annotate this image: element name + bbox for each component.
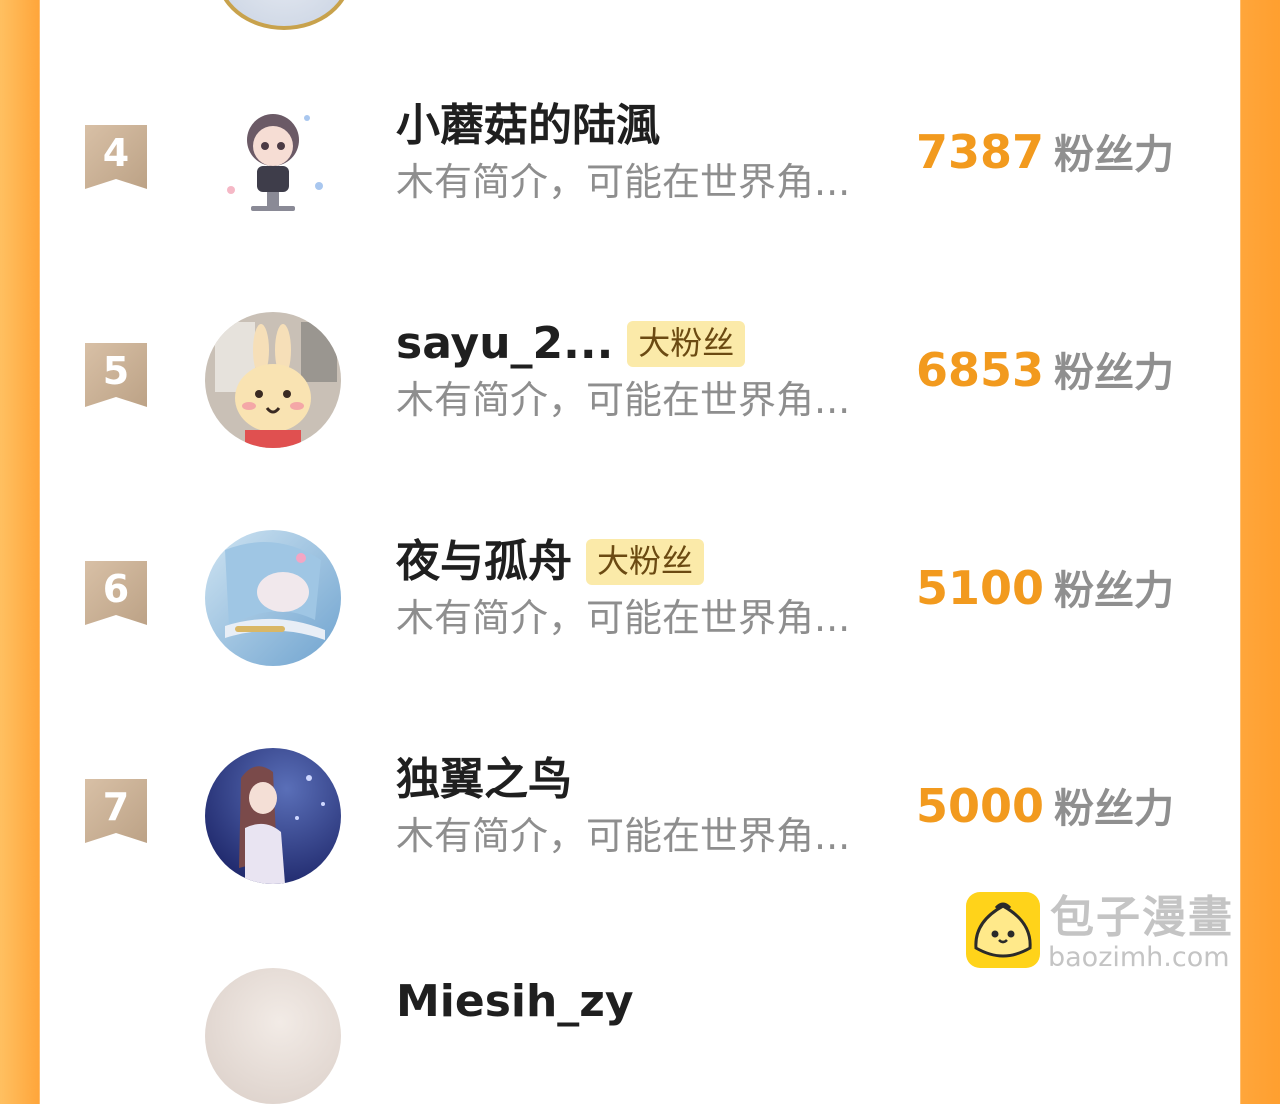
fan-power-count: 6853: [916, 343, 1045, 397]
rank-badge: 5: [85, 343, 147, 407]
ranking-panel: 4 小蘑菇的陆渢 木有简介，可能在世界角... 7387 粉丝力 5 sayu_…: [40, 0, 1240, 1104]
chibi-avatar-icon[interactable]: [205, 94, 341, 230]
fan-power-unit: 粉丝力: [1054, 132, 1175, 178]
user-name[interactable]: 独翼之鸟: [396, 750, 572, 810]
watermark-url: baozimh.com: [1048, 942, 1230, 973]
user-name[interactable]: sayu_2...: [396, 314, 613, 374]
rank-badge: 7: [85, 779, 147, 843]
fan-power: 5000 粉丝力: [916, 776, 1174, 847]
fan-power-count: 5100: [916, 561, 1045, 615]
rank-badge: 6: [85, 561, 147, 625]
user-intro: 木有简介，可能在世界角...: [396, 378, 851, 422]
anime-elf-avatar-icon[interactable]: [205, 748, 341, 884]
watermark-title: 包子漫畫: [1050, 892, 1234, 943]
list-item[interactable]: 6 夜与孤舟 大粉丝 木有简介，可能在世界角... 5100 粉丝力: [40, 530, 1240, 710]
rank-number: 7: [102, 785, 130, 829]
rank-number: 6: [102, 567, 130, 611]
user-name[interactable]: 小蘑菇的陆渢: [396, 96, 660, 156]
watermark: 包子漫畫 baozimh.com: [966, 892, 1256, 978]
fan-power-count: 5000: [916, 779, 1045, 833]
list-item[interactable]: 4 小蘑菇的陆渢 木有简介，可能在世界角... 7387 粉丝力: [40, 94, 1240, 274]
big-fan-badge: 大粉丝: [627, 321, 746, 367]
list-item[interactable]: 5 sayu_2... 大粉丝 木有简介，可能在世界角... 6853 粉丝力: [40, 312, 1240, 492]
user-name[interactable]: Miesih_zy: [396, 972, 634, 1032]
user-intro: 木有简介，可能在世界角...: [396, 160, 851, 204]
big-fan-badge: 大粉丝: [586, 539, 705, 585]
user-name[interactable]: 夜与孤舟: [396, 532, 572, 592]
fan-power: 5100 粉丝力: [916, 558, 1174, 629]
fan-power-unit: 粉丝力: [1054, 350, 1175, 396]
fan-power: 6853 粉丝力: [916, 340, 1174, 411]
avatar[interactable]: [216, 0, 352, 30]
user-intro: 木有简介，可能在世界角...: [396, 596, 851, 640]
fan-power-unit: 粉丝力: [1054, 786, 1175, 832]
bunny-avatar-icon[interactable]: [205, 312, 341, 448]
user-intro: 木有简介，可能在世界角...: [396, 814, 851, 858]
fan-power-unit: 粉丝力: [1054, 568, 1175, 614]
avatar[interactable]: [205, 968, 341, 1104]
fan-power-count: 7387: [916, 125, 1045, 179]
bun-logo-icon: [966, 892, 1040, 968]
rank-badge: 4: [85, 125, 147, 189]
anime-girl-avatar-icon[interactable]: [205, 530, 341, 666]
rank-number: 5: [102, 349, 130, 393]
fan-power: 7387 粉丝力: [916, 122, 1174, 193]
rank-number: 4: [102, 131, 130, 175]
